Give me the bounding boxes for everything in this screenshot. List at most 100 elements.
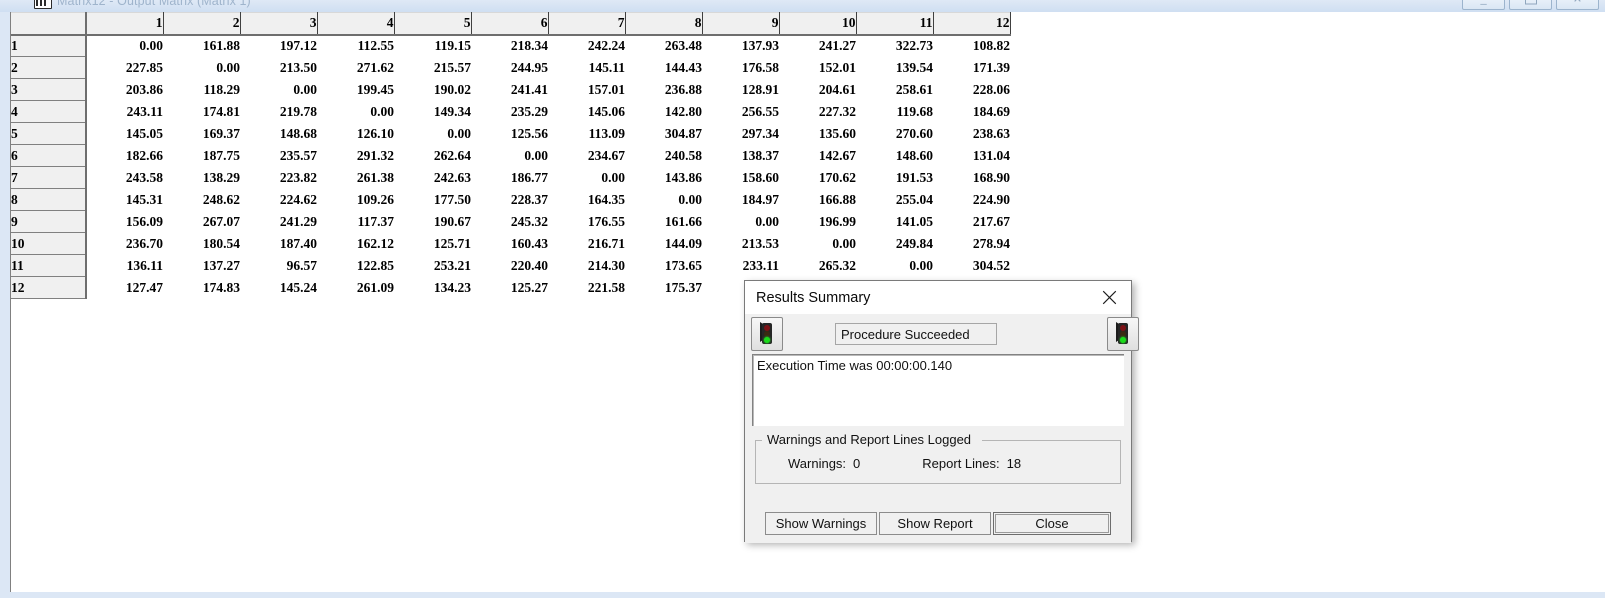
matrix-cell[interactable]: 220.40 bbox=[471, 254, 548, 277]
close-button[interactable]: ✕ bbox=[1556, 0, 1599, 10]
row-header-11[interactable]: 11 bbox=[11, 254, 87, 277]
column-header-10[interactable]: 10 bbox=[779, 12, 857, 36]
matrix-cell[interactable]: 235.29 bbox=[471, 100, 548, 123]
matrix-cell[interactable]: 224.62 bbox=[240, 188, 317, 211]
matrix-cell[interactable]: 171.39 bbox=[933, 56, 1010, 79]
matrix-cell[interactable]: 248.62 bbox=[163, 188, 240, 211]
matrix-cell[interactable]: 187.40 bbox=[240, 232, 317, 255]
close-dialog-button[interactable]: Close bbox=[993, 512, 1111, 535]
matrix-cell[interactable]: 135.60 bbox=[779, 122, 856, 145]
matrix-cell[interactable]: 255.04 bbox=[856, 188, 933, 211]
column-header-11[interactable]: 11 bbox=[856, 12, 934, 36]
matrix-cell[interactable]: 236.70 bbox=[86, 232, 163, 255]
matrix-cell[interactable]: 278.94 bbox=[933, 232, 1010, 255]
row-header-10[interactable]: 10 bbox=[11, 232, 87, 255]
row-header-4[interactable]: 4 bbox=[11, 100, 87, 123]
matrix-cell[interactable]: 156.09 bbox=[86, 210, 163, 233]
minimize-button[interactable]: _ bbox=[1462, 0, 1505, 10]
dialog-close-button[interactable] bbox=[1087, 281, 1131, 314]
matrix-cell[interactable]: 180.54 bbox=[163, 232, 240, 255]
matrix-cell[interactable]: 174.83 bbox=[163, 276, 240, 299]
matrix-cell[interactable]: 234.67 bbox=[548, 144, 625, 167]
matrix-cell[interactable]: 0.00 bbox=[471, 144, 548, 167]
execution-log-box[interactable]: Execution Time was 00:00:00.140 bbox=[752, 354, 1124, 426]
matrix-cell[interactable]: 177.50 bbox=[394, 188, 471, 211]
matrix-cell[interactable]: 0.00 bbox=[86, 34, 163, 57]
matrix-cell[interactable]: 139.54 bbox=[856, 56, 933, 79]
column-header-8[interactable]: 8 bbox=[625, 12, 703, 36]
matrix-cell[interactable]: 157.01 bbox=[548, 78, 625, 101]
matrix-cell[interactable]: 145.11 bbox=[548, 56, 625, 79]
matrix-cell[interactable]: 249.84 bbox=[856, 232, 933, 255]
matrix-cell[interactable]: 145.24 bbox=[240, 276, 317, 299]
matrix-cell[interactable]: 134.23 bbox=[394, 276, 471, 299]
matrix-cell[interactable]: 119.68 bbox=[856, 100, 933, 123]
matrix-cell[interactable]: 236.88 bbox=[625, 78, 702, 101]
matrix-cell[interactable]: 197.12 bbox=[240, 34, 317, 57]
matrix-cell[interactable]: 164.35 bbox=[548, 188, 625, 211]
matrix-cell[interactable]: 261.09 bbox=[317, 276, 394, 299]
matrix-cell[interactable]: 0.00 bbox=[394, 122, 471, 145]
matrix-cell[interactable]: 291.32 bbox=[317, 144, 394, 167]
matrix-cell[interactable]: 0.00 bbox=[625, 188, 702, 211]
matrix-cell[interactable]: 233.11 bbox=[702, 254, 779, 277]
matrix-cell[interactable]: 169.37 bbox=[163, 122, 240, 145]
matrix-cell[interactable]: 160.43 bbox=[471, 232, 548, 255]
matrix-cell[interactable]: 166.88 bbox=[779, 188, 856, 211]
show-report-button[interactable]: Show Report bbox=[879, 512, 991, 535]
matrix-cell[interactable]: 184.97 bbox=[702, 188, 779, 211]
matrix-cell[interactable]: 214.30 bbox=[548, 254, 625, 277]
matrix-cell[interactable]: 144.09 bbox=[625, 232, 702, 255]
dialog-titlebar[interactable]: Results Summary bbox=[745, 281, 1131, 314]
matrix-cell[interactable]: 158.60 bbox=[702, 166, 779, 189]
matrix-cell[interactable]: 173.65 bbox=[625, 254, 702, 277]
matrix-cell[interactable]: 227.85 bbox=[86, 56, 163, 79]
column-header-3[interactable]: 3 bbox=[240, 12, 318, 36]
matrix-cell[interactable]: 126.10 bbox=[317, 122, 394, 145]
column-header-9[interactable]: 9 bbox=[702, 12, 780, 36]
matrix-cell[interactable]: 191.53 bbox=[856, 166, 933, 189]
matrix-cell[interactable]: 122.85 bbox=[317, 254, 394, 277]
matrix-cell[interactable]: 0.00 bbox=[240, 78, 317, 101]
matrix-cell[interactable]: 219.78 bbox=[240, 100, 317, 123]
matrix-cell[interactable]: 152.01 bbox=[779, 56, 856, 79]
matrix-cell[interactable]: 161.66 bbox=[625, 210, 702, 233]
status-indicator-right-button[interactable] bbox=[1107, 317, 1139, 351]
matrix-cell[interactable]: 125.71 bbox=[394, 232, 471, 255]
matrix-cell[interactable]: 137.27 bbox=[163, 254, 240, 277]
matrix-cell[interactable]: 241.27 bbox=[779, 34, 856, 57]
matrix-cell[interactable]: 238.63 bbox=[933, 122, 1010, 145]
matrix-cell[interactable]: 125.27 bbox=[471, 276, 548, 299]
matrix-cell[interactable]: 176.55 bbox=[548, 210, 625, 233]
matrix-cell[interactable]: 174.81 bbox=[163, 100, 240, 123]
matrix-cell[interactable]: 136.11 bbox=[86, 254, 163, 277]
matrix-cell[interactable]: 227.32 bbox=[779, 100, 856, 123]
column-header-12[interactable]: 12 bbox=[933, 12, 1011, 36]
row-header-5[interactable]: 5 bbox=[11, 122, 87, 145]
matrix-cell[interactable]: 184.69 bbox=[933, 100, 1010, 123]
matrix-cell[interactable]: 221.58 bbox=[548, 276, 625, 299]
matrix-cell[interactable]: 215.57 bbox=[394, 56, 471, 79]
matrix-cell[interactable]: 253.21 bbox=[394, 254, 471, 277]
matrix-cell[interactable]: 137.93 bbox=[702, 34, 779, 57]
matrix-cell[interactable]: 182.66 bbox=[86, 144, 163, 167]
matrix-cell[interactable]: 228.37 bbox=[471, 188, 548, 211]
matrix-cell[interactable]: 138.29 bbox=[163, 166, 240, 189]
column-header-1[interactable]: 1 bbox=[86, 12, 164, 36]
matrix-cell[interactable]: 235.57 bbox=[240, 144, 317, 167]
matrix-cell[interactable]: 119.15 bbox=[394, 34, 471, 57]
matrix-cell[interactable]: 242.24 bbox=[548, 34, 625, 57]
matrix-cell[interactable]: 113.09 bbox=[548, 122, 625, 145]
matrix-cell[interactable]: 176.58 bbox=[702, 56, 779, 79]
matrix-cell[interactable]: 242.63 bbox=[394, 166, 471, 189]
matrix-cell[interactable]: 203.86 bbox=[86, 78, 163, 101]
row-header-1[interactable]: 1 bbox=[11, 34, 87, 57]
matrix-cell[interactable]: 161.88 bbox=[163, 34, 240, 57]
matrix-cell[interactable]: 128.91 bbox=[702, 78, 779, 101]
restore-button[interactable] bbox=[1509, 0, 1552, 10]
window-titlebar[interactable]: Matrix12 - Output Matrix (Matrix 1) _ ✕ bbox=[0, 0, 1605, 12]
matrix-cell[interactable]: 131.04 bbox=[933, 144, 1010, 167]
matrix-cell[interactable]: 267.07 bbox=[163, 210, 240, 233]
matrix-cell[interactable]: 190.02 bbox=[394, 78, 471, 101]
matrix-cell[interactable]: 125.56 bbox=[471, 122, 548, 145]
